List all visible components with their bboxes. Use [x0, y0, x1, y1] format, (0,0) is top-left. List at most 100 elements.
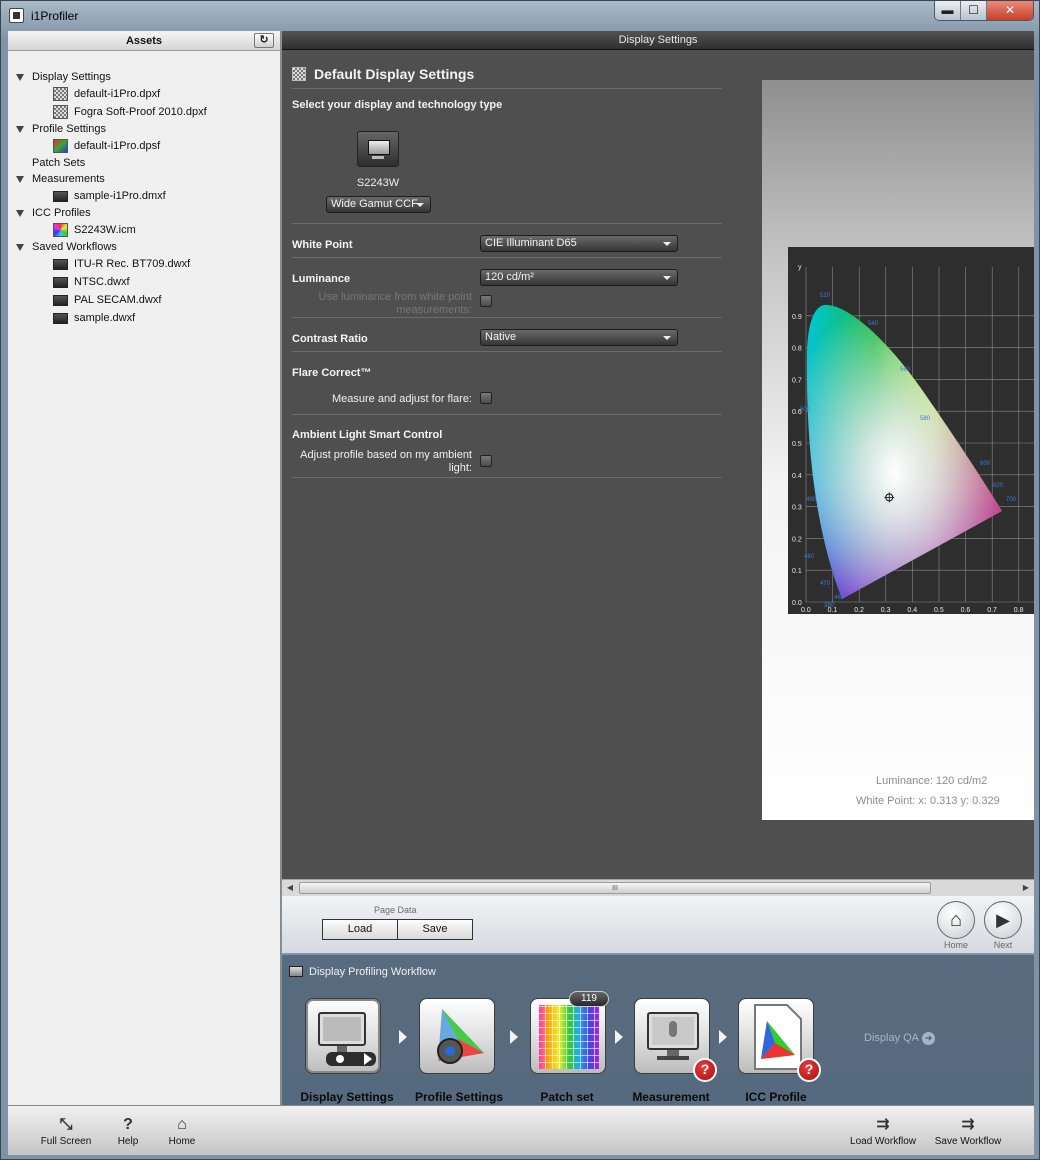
full-screen-button[interactable]: ⤡ Full Screen — [34, 1115, 98, 1147]
error-badge-icon: ? — [693, 1058, 717, 1082]
profile-settings-step-icon — [437, 1009, 484, 1064]
tree-item[interactable]: Fogra Soft-Proof 2010.dpxf — [8, 103, 280, 121]
contrast-ratio-label: Contrast Ratio — [292, 333, 368, 345]
tree-group-display-settings[interactable]: Display Settings — [8, 69, 280, 85]
save-button[interactable]: Save — [397, 919, 473, 940]
home-icon: ⌂ — [949, 909, 963, 931]
next-nav-button[interactable]: ▶ — [984, 901, 1022, 939]
expand-triangle-icon[interactable] — [16, 176, 24, 183]
wavelength-label: 460 — [834, 595, 845, 601]
title-bar: i1Profiler ▬ ☐ ✕ — [1, 1, 1040, 31]
save-workflow-button[interactable]: ⇉ Save Workflow — [932, 1115, 1004, 1147]
main-header: Display Settings — [282, 31, 1034, 50]
app-window: i1Profiler ▬ ☐ ✕ Assets ↻ Display Settin… — [0, 0, 1040, 1160]
white-point-label: White Point — [292, 239, 353, 251]
divider — [292, 317, 722, 318]
tree-item[interactable]: default-i1Pro.dpsf — [8, 137, 280, 155]
expand-triangle-icon[interactable] — [16, 244, 24, 251]
wavelength-label: 580 — [920, 416, 931, 422]
workflow-step-label: Measurement — [632, 1090, 710, 1104]
refresh-icon[interactable]: ↻ — [254, 33, 274, 48]
workflow-arrow-icon — [719, 1030, 727, 1044]
tree-item[interactable]: NTSC.dwxf — [8, 273, 280, 291]
luminance-from-whitepoint-checkbox[interactable] — [480, 295, 492, 307]
page-data-label: Page Data — [374, 905, 417, 915]
ambient-checkbox[interactable] — [480, 455, 492, 467]
workflow-step-label: ICC Profile — [745, 1090, 807, 1104]
display-qa-link[interactable]: Display QA — [864, 1032, 919, 1044]
y-tick-label: 0.9 — [792, 314, 802, 321]
workflow-file-icon — [53, 313, 68, 324]
scroll-left-icon[interactable]: ◀ — [282, 880, 298, 896]
expand-triangle-icon[interactable] — [16, 74, 24, 81]
workflow-step-icc-profile[interactable]: ? — [738, 998, 821, 1082]
scroll-right-icon[interactable]: ▶ — [1018, 880, 1034, 896]
display-workflow-icon — [289, 966, 303, 977]
expand-triangle-icon[interactable] — [16, 210, 24, 217]
load-button[interactable]: Load — [322, 919, 398, 940]
workflow-step-display-settings[interactable] — [305, 998, 381, 1074]
luminance-from-whitepoint-label: Use luminance from white point measureme… — [318, 291, 472, 316]
y-tick-label: 0.2 — [792, 536, 802, 543]
white-point-dropdown[interactable]: CIE Illuminant D65 — [480, 235, 678, 252]
monitor-icon[interactable] — [357, 131, 399, 167]
flare-checkbox[interactable] — [480, 392, 492, 404]
x-tick-label: 0.8 — [1014, 607, 1024, 614]
y-tick-label: 0.4 — [792, 473, 802, 480]
flare-checkbox-label: Measure and adjust for flare: — [331, 393, 472, 405]
tree-item[interactable]: ITU-R Rec. BT709.dwxf — [8, 255, 280, 273]
x-tick-label: 0.6 — [961, 607, 971, 614]
x-tick-label: 0.2 — [854, 607, 864, 614]
scrollbar-thumb[interactable]: III — [299, 882, 931, 894]
display-settings-step-icon — [318, 1012, 376, 1066]
home-toolbar-button[interactable]: ⌂ Home — [150, 1115, 214, 1147]
y-tick-label: 0.5 — [792, 441, 802, 448]
workflow-file-icon — [53, 295, 68, 306]
home-nav-button[interactable]: ⌂ — [937, 901, 975, 939]
contrast-ratio-dropdown[interactable]: Native — [480, 329, 678, 346]
workflow-step-label: Profile Settings — [414, 1090, 503, 1104]
wavelength-label: 500 — [800, 407, 811, 413]
maximize-button[interactable]: ☐ — [961, 1, 987, 20]
minimize-button[interactable]: ▬ — [935, 1, 961, 20]
tree-item[interactable]: S2243W.icm — [8, 221, 280, 239]
workflow-step-patch-set[interactable]: 119 — [530, 991, 609, 1074]
tree-item[interactable]: sample.dwxf — [8, 309, 280, 327]
tree-group-saved-workflows[interactable]: Saved Workflows — [8, 239, 280, 255]
divider — [292, 351, 722, 352]
home-icon: ⌂ — [177, 1116, 187, 1133]
workflow-step-label: Patch set — [540, 1090, 594, 1104]
tree-group-measurements[interactable]: Measurements — [8, 171, 280, 187]
x-tick-label: 0.7 — [987, 607, 997, 614]
tree-group-icc-profiles[interactable]: ICC Profiles — [8, 205, 280, 221]
luminance-dropdown[interactable]: 120 cd/m² — [480, 269, 678, 286]
wavelength-label: 490 — [806, 497, 817, 503]
flare-correct-label: Flare Correct™ — [292, 367, 372, 379]
save-workflow-label: Save Workflow — [934, 1136, 1002, 1147]
horizontal-scrollbar[interactable]: ◀ III ▶ — [282, 879, 1034, 896]
y-axis-label: y — [798, 264, 802, 271]
workflow-step-measurement[interactable]: ? — [634, 998, 717, 1082]
workflow-arrow-icon — [399, 1030, 407, 1044]
close-button[interactable]: ✕ — [987, 1, 1033, 20]
workflow-file-icon — [53, 277, 68, 288]
tree-item[interactable]: default-i1Pro.dpxf — [8, 85, 280, 103]
workflow-step-profile-settings[interactable] — [419, 998, 495, 1074]
load-workflow-button[interactable]: ⇉ Load Workflow — [848, 1115, 918, 1147]
expand-triangle-icon[interactable] — [16, 126, 24, 133]
patch-count-badge: 119 — [569, 991, 609, 1007]
tree-group-profile-settings[interactable]: Profile Settings — [8, 121, 280, 137]
tree-group-patch-sets[interactable]: Patch Sets — [8, 155, 280, 171]
wavelength-label: 700 — [1006, 497, 1017, 503]
y-tick-label: 0.3 — [792, 505, 802, 512]
tree-item[interactable]: sample-i1Pro.dmxf — [8, 187, 280, 205]
wavelength-label: 560 — [900, 367, 911, 373]
wavelength-label: 380 — [824, 603, 835, 609]
full-screen-label: Full Screen — [40, 1136, 92, 1147]
technology-dropdown[interactable]: Wide Gamut CCF — [326, 196, 431, 213]
display-settings-icon — [292, 67, 306, 81]
asset-tree: Display Settings default-i1Pro.dpxf Fogr… — [8, 51, 280, 327]
tree-item[interactable]: PAL SECAM.dwxf — [8, 291, 280, 309]
divider — [292, 414, 722, 415]
display-qa-arrow-icon[interactable]: ➔ — [922, 1032, 935, 1045]
